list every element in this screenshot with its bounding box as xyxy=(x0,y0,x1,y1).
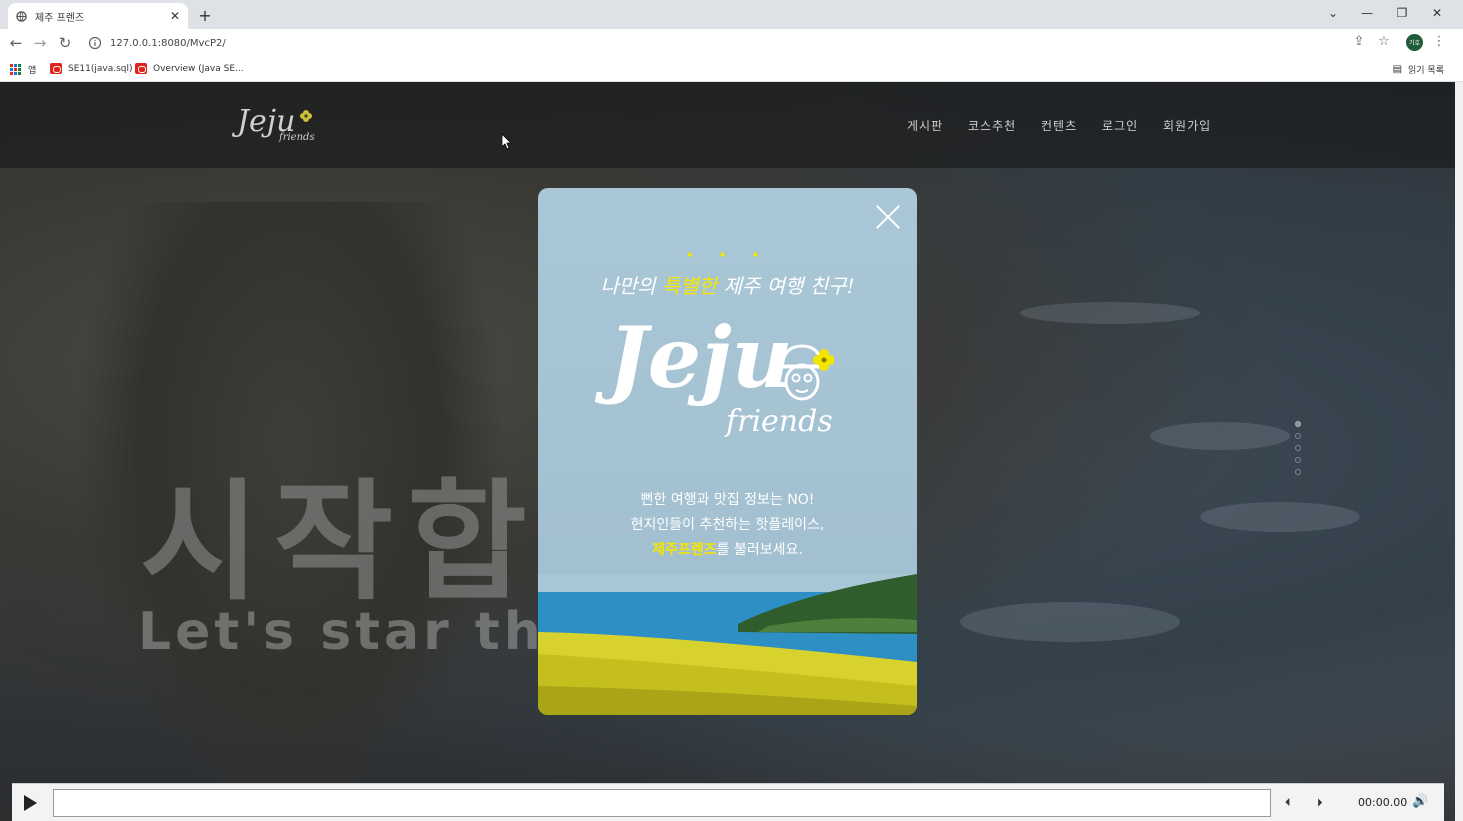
background-foam xyxy=(1020,302,1200,324)
tab-search-icon[interactable]: ⌄ xyxy=(1325,6,1341,20)
bookmark-label: Overview (Java SE... xyxy=(153,63,244,74)
tab-bar: 제주 프렌즈 ✕ + ⌄ — ❐ ✕ xyxy=(0,0,1463,29)
mascot-face-icon xyxy=(778,344,834,401)
page-viewport: Jeju friends 게시판 코스추천 컨텐츠 로그인 회원가입 시작합니 … xyxy=(0,82,1455,821)
nav-board[interactable]: 게시판 xyxy=(907,117,943,134)
oracle-icon xyxy=(50,63,62,74)
logo-subtext: friends xyxy=(279,132,315,143)
tab-title: 제주 프렌즈 xyxy=(35,12,85,24)
url-text[interactable]: 127.0.0.1:8080/MvcP2/ xyxy=(110,38,226,49)
globe-icon xyxy=(16,10,27,22)
apps-grid-icon xyxy=(10,64,22,75)
slide-dot[interactable] xyxy=(1295,469,1301,475)
play-button[interactable] xyxy=(24,795,37,811)
site-logo[interactable]: Jeju friends xyxy=(237,104,315,143)
slide-dot[interactable] xyxy=(1295,445,1301,451)
nav-signup[interactable]: 회원가입 xyxy=(1163,117,1211,134)
new-tab-button[interactable]: + xyxy=(196,6,214,25)
popup-logo-text: Jeju xyxy=(608,308,793,407)
address-bar[interactable]: 127.0.0.1:8080/MvcP2/ xyxy=(84,32,1400,54)
tagline-part: 나만의 xyxy=(600,274,662,298)
popup-line-3-rest: 를 불러보세요. xyxy=(716,542,803,558)
page-scrollbar[interactable] xyxy=(1455,82,1463,821)
bookmark-star-icon[interactable]: ☆ xyxy=(1375,34,1393,49)
popup-close-button[interactable] xyxy=(875,204,901,230)
promo-popup: • • • 나만의 특별한 제주 여행 친구! Jeju friends 뻔한 … xyxy=(538,188,917,715)
bookmark-se11[interactable]: SE11(java.sql) xyxy=(50,63,133,74)
reading-list-icon: ▤ xyxy=(1392,64,1403,75)
back-button[interactable]: ← xyxy=(7,34,25,52)
bookmark-overview[interactable]: Overview (Java SE... xyxy=(135,63,244,74)
popup-tagline: • • • 나만의 특별한 제주 여행 친구! xyxy=(538,248,917,299)
reading-list-button[interactable]: ▤ 읽기 목록 xyxy=(1393,63,1444,76)
popup-logo: Jeju friends xyxy=(608,316,848,456)
reading-list-label: 읽기 목록 xyxy=(1408,66,1444,76)
bookmark-apps[interactable]: 앱 xyxy=(10,63,36,76)
forward-button[interactable]: → xyxy=(31,34,49,52)
restore-button[interactable]: ❐ xyxy=(1394,6,1410,20)
background-foam xyxy=(1150,422,1290,450)
tab-close-icon[interactable]: ✕ xyxy=(170,9,180,23)
popup-line-1: 뻔한 여행과 맛집 정보는 NO! xyxy=(640,492,815,508)
popup-line-2: 현지인들이 추천하는 핫플레이스, xyxy=(630,517,825,533)
hero-title-english: Let's star the xyxy=(138,602,585,662)
nav-login[interactable]: 로그인 xyxy=(1102,117,1138,134)
popup-brand: 제주프렌즈 xyxy=(652,542,717,558)
oracle-icon xyxy=(135,63,147,74)
active-tab[interactable]: 제주 프렌즈 ✕ xyxy=(8,3,188,29)
tagline-highlight: 특별한 xyxy=(661,274,718,298)
browser-toolbar: ← → ↻ 127.0.0.1:8080/MvcP2/ ⇪ ☆ ⋮ xyxy=(0,29,1463,57)
info-icon[interactable] xyxy=(88,36,102,50)
browser-menu-icon[interactable]: ⋮ xyxy=(1430,34,1448,49)
skip-back-button[interactable]: ⏴ xyxy=(1285,796,1291,810)
minimize-button[interactable]: — xyxy=(1359,6,1375,20)
nav-course[interactable]: 코스추천 xyxy=(968,117,1016,134)
reload-button[interactable]: ↻ xyxy=(56,34,74,52)
share-icon[interactable]: ⇪ xyxy=(1350,34,1368,49)
video-controls: ⏴ ⏵ 00:00.00 🔊 xyxy=(12,783,1444,821)
profile-avatar[interactable]: 기호 xyxy=(1406,34,1423,51)
popup-description: 뻔한 여행과 맛집 정보는 NO! 현지인들이 추천하는 핫플레이스, 제주프렌… xyxy=(538,488,917,563)
background-foam xyxy=(1200,502,1360,532)
popup-logo-subtext: friends xyxy=(726,404,833,439)
browser-window: { "browser": { "tab_title": "제주 프렌즈", "t… xyxy=(0,0,1463,821)
nav-contents[interactable]: 컨텐츠 xyxy=(1041,117,1077,134)
popup-landscape-image xyxy=(538,574,917,715)
volume-icon[interactable]: 🔊 xyxy=(1412,794,1428,809)
tagline-dots: • • • xyxy=(685,248,770,264)
bookmarks-bar: 앱 SE11(java.sql) Overview (Java SE... ▤ … xyxy=(0,57,1463,82)
flower-icon xyxy=(300,110,312,122)
popup-line-3: 제주프렌즈를 불러보세요. xyxy=(538,538,917,563)
window-close-button[interactable]: ✕ xyxy=(1429,6,1445,20)
site-header: Jeju friends 게시판 코스추천 컨텐츠 로그인 회원가입 xyxy=(0,82,1455,168)
slide-dot[interactable] xyxy=(1295,421,1301,427)
background-foam xyxy=(960,602,1180,642)
bookmark-label: SE11(java.sql) xyxy=(68,63,133,74)
slide-dot[interactable] xyxy=(1295,433,1301,439)
mouse-cursor-icon xyxy=(502,134,512,150)
video-time: 00:00.00 xyxy=(1358,796,1408,809)
bookmark-label: 앱 xyxy=(28,66,37,76)
tagline-part: 제주 여행 친구! xyxy=(717,274,855,298)
slide-dot[interactable] xyxy=(1295,457,1301,463)
video-progress-bar[interactable] xyxy=(53,789,1271,817)
skip-forward-button[interactable]: ⏵ xyxy=(1317,796,1323,810)
slide-indicator xyxy=(1295,421,1301,475)
